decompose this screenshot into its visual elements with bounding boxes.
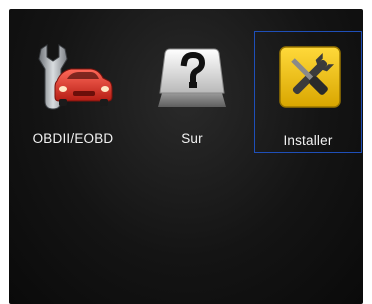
menu-item-sur[interactable]: Sur bbox=[138, 31, 246, 153]
menu-item-obdii-eobd[interactable]: OBDII/EOBD bbox=[19, 31, 127, 153]
wrench-car-icon bbox=[38, 44, 113, 110]
tools-icon bbox=[279, 46, 341, 108]
menu-item-label: Sur bbox=[181, 131, 203, 146]
question-key-icon bbox=[158, 48, 226, 107]
menu-item-label: OBDII/EOBD bbox=[32, 131, 114, 146]
menu-item-label: Installer bbox=[283, 133, 333, 148]
menu-screen: OBDII/EOBD Sur Installer bbox=[9, 9, 363, 304]
menu-item-installer[interactable]: Installer bbox=[254, 31, 362, 153]
